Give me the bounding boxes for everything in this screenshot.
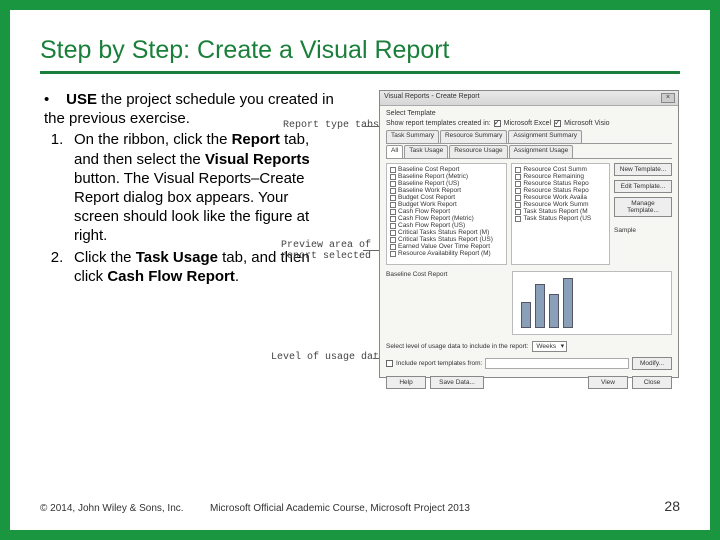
use-emph: USE [66,91,97,108]
show-line: Show report templates created in: Micros… [386,120,672,127]
manage-template-button[interactable]: Manage Template... [614,197,672,217]
tab-resource-usage[interactable]: Resource Usage [449,145,507,158]
list-item[interactable]: Cash Flow Report (Metric) [398,215,474,222]
page-number: 28 [664,498,680,514]
bottom-buttons: Help Save Data... View Close [386,376,672,389]
list-item[interactable]: Baseline Cost Report [398,166,459,173]
list-item[interactable]: Resource Remaining [523,173,584,180]
dialog-title: Visual Reports - Create Report [384,93,480,100]
level-row: Select level of usage data to include in… [386,341,672,352]
t: Microsoft Excel [504,120,551,127]
preview-row: Baseline Cost Report [386,271,672,335]
preview-chart [512,271,672,335]
t: . [235,268,239,285]
step-1-body: On the ribbon, click the Report tab, and… [74,130,335,245]
preview-report-name: Baseline Cost Report [386,271,506,335]
footer: © 2014, John Wiley & Sons, Inc. Microsof… [40,498,680,514]
tab-assignment-usage[interactable]: Assignment Usage [509,145,574,158]
list-item[interactable]: Resource Availability Report (M) [398,250,491,257]
tab-resource-summary[interactable]: Resource Summary [440,130,507,143]
sample-label: Sample [614,227,672,234]
list-item[interactable]: Resource Work Summ [523,201,588,208]
t: On the ribbon, click the [74,131,232,148]
callout-preview: Preview area of report selected [281,240,371,262]
tab-task-summary[interactable]: Task Summary [386,130,439,143]
list-item[interactable]: Critical Tasks Status Report (M) [398,229,489,236]
t: button. The Visual Reports–Create Report… [74,170,309,245]
visual-reports-dialog: Visual Reports - Create Report × Select … [379,90,679,378]
list-item[interactable]: Resource Work Availa [523,194,587,201]
t: Select level of usage data to include in… [386,343,528,350]
tab-all[interactable]: All [386,145,403,158]
save-data-button[interactable]: Save Data... [430,376,484,389]
t: Show report templates created in: [386,120,491,127]
include-checkbox[interactable] [386,360,393,367]
t: Include report templates from: [396,360,482,367]
list-item[interactable]: Critical Tasks Status Report (US) [398,236,493,243]
figure-column: Report type tabs Preview area of report … [341,90,680,378]
dialog-body: Select Template Show report templates cr… [380,106,678,393]
footer-course: Microsoft Official Academic Course, Micr… [210,503,664,514]
template-buttons: New Template... Edit Template... Manage … [614,163,672,265]
tabs-row-2: All Task Usage Resource Usage Assignment… [386,145,672,159]
level-select[interactable]: Weeks [532,341,567,352]
footer-copyright: © 2014, John Wiley & Sons, Inc. [40,503,210,514]
lists-row: Baseline Cost Report Baseline Report (Me… [386,163,672,265]
t: Microsoft Visio [564,120,609,127]
tabs-row-1: Task Summary Resource Summary Assignment… [386,130,672,144]
tab-task-usage[interactable]: Task Usage [404,145,448,158]
step-1-number: 1. [40,130,74,245]
list-item[interactable]: Resource Status Repo [523,180,588,187]
template-list-left[interactable]: Baseline Cost Report Baseline Report (Me… [386,163,507,265]
modify-button[interactable]: Modify... [632,357,672,370]
list-item[interactable]: Cash Flow Report [398,208,450,215]
list-item[interactable]: Resource Status Repo [523,187,588,194]
callout-level: Level of usage data [271,352,385,363]
list-item[interactable]: Baseline Report (Metric) [398,173,468,180]
list-item[interactable]: Task Status Report (US [523,215,591,222]
new-template-button[interactable]: New Template... [614,163,672,176]
step-2-number: 2. [40,248,74,286]
list-item[interactable]: Budget Cost Report [398,194,455,201]
view-button[interactable]: View [588,376,628,389]
help-button[interactable]: Help [386,376,426,389]
content-row: • USE the project schedule you created i… [40,90,680,378]
list-item[interactable]: Budget Work Report [398,201,457,208]
include-row: Include report templates from: Modify... [386,357,672,370]
select-template-label: Select Template [386,110,672,117]
list-item[interactable]: Resource Cost Summ [523,166,587,173]
list-item[interactable]: Task Status Report (M [523,208,587,215]
list-item[interactable]: Cash Flow Report (US) [398,222,465,229]
checkbox-visio[interactable] [554,120,561,127]
edit-template-button[interactable]: Edit Template... [614,180,672,193]
close-button[interactable]: Close [632,376,672,389]
list-item[interactable]: Earned Value Over Time Report [398,243,490,250]
slide-title: Step by Step: Create a Visual Report [40,36,680,74]
checkbox-excel[interactable] [494,120,501,127]
tab-assignment-summary[interactable]: Assignment Summary [508,130,582,143]
t: Report [232,131,280,148]
list-item[interactable]: Baseline Report (US) [398,180,459,187]
t: Visual Reports [205,151,310,168]
t: Cash Flow Report [107,268,235,285]
bullet-icon: • [44,90,62,109]
slide-frame: Step by Step: Create a Visual Report • U… [0,0,720,540]
t: Click the [74,249,136,266]
list-item[interactable]: Baseline Work Report [398,187,461,194]
template-list-right[interactable]: Resource Cost Summ Resource Remaining Re… [511,163,610,265]
dialog-titlebar: Visual Reports - Create Report × [380,91,678,106]
step-1: 1. On the ribbon, click the Report tab, … [40,130,335,245]
t: Task Usage [136,249,218,266]
include-path-field[interactable] [485,358,629,369]
close-icon[interactable]: × [661,93,675,103]
text-column: • USE the project schedule you created i… [40,90,335,378]
